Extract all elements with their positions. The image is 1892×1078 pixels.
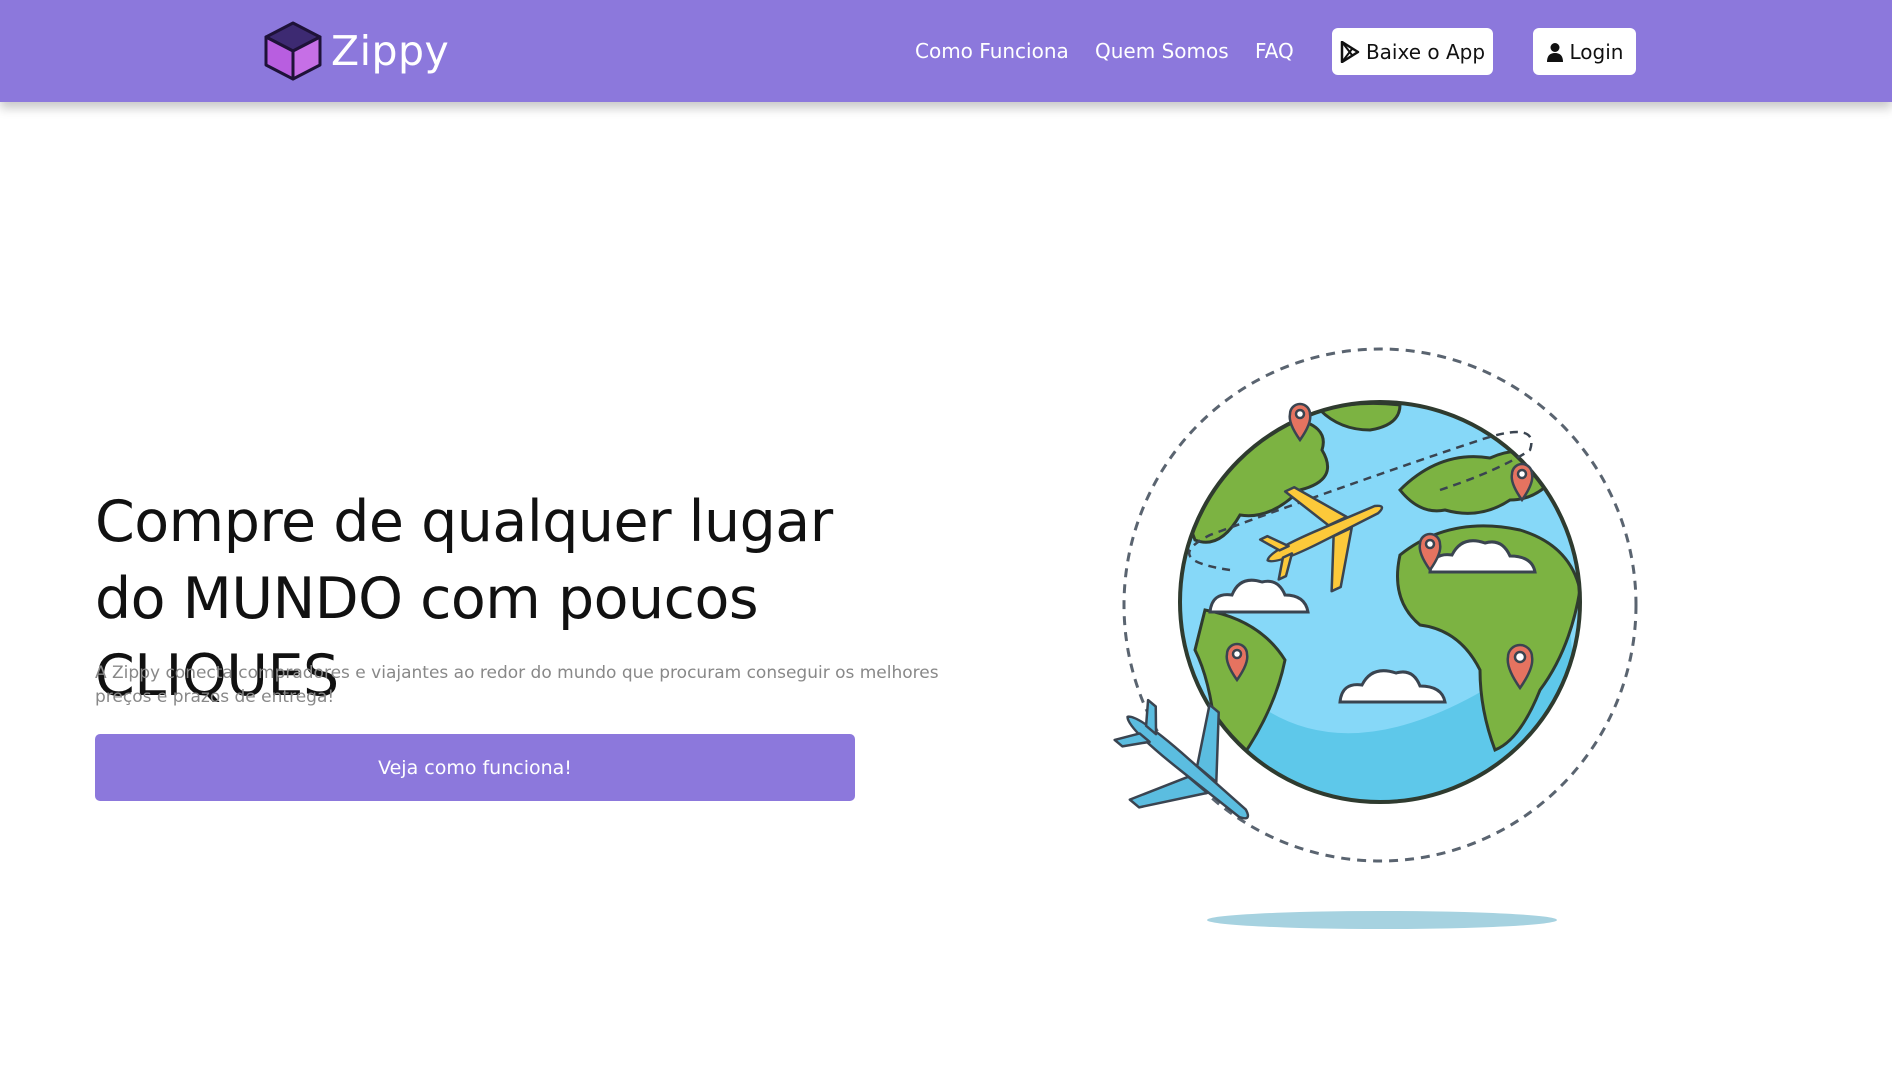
globe-planes-illustration [1113, 347, 1638, 929]
nav-link-quem-somos[interactable]: Quem Somos [1095, 38, 1229, 64]
top-navbar: Zippy Como Funciona Quem Somos FAQ Baixe… [0, 0, 1892, 102]
play-store-icon [1340, 40, 1360, 63]
hero-title-line-1: Compre de qualquer lugar [95, 489, 833, 555]
globe-shadow [1207, 911, 1557, 929]
hero-description: A Zippy conecta compradores e viajantes … [95, 663, 939, 707]
see-how-it-works-button[interactable]: Veja como funciona! [95, 734, 855, 801]
cube-logo-icon [264, 21, 322, 81]
nav-link-como-funciona[interactable]: Como Funciona [915, 38, 1069, 64]
login-button[interactable]: Login [1533, 28, 1636, 75]
download-app-label: Baixe o App [1365, 39, 1486, 64]
brand-name: Zippy [331, 27, 450, 75]
download-app-button[interactable]: Baixe o App [1332, 28, 1493, 75]
brand-logo-link[interactable]: Zippy [263, 20, 449, 82]
nav-link-faq[interactable]: FAQ [1255, 38, 1294, 64]
login-label: Login [1569, 39, 1624, 64]
user-icon [1546, 42, 1563, 62]
